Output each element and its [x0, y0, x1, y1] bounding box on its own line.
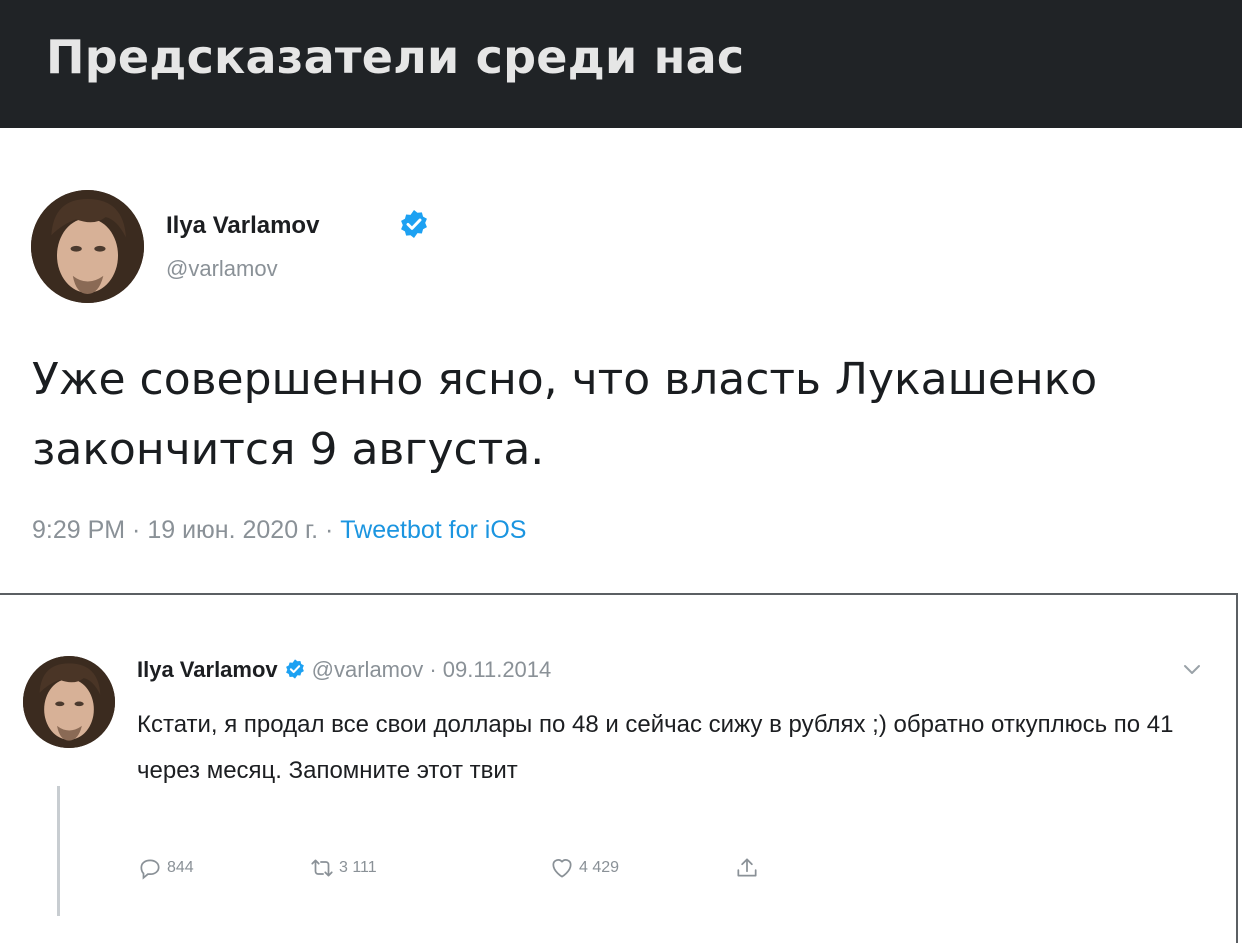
like-button[interactable]: 4 429 [549, 855, 619, 881]
author-name[interactable]: Ilya Varlamov [166, 212, 319, 240]
avatar-face-icon [23, 656, 115, 748]
avatar-face-icon [31, 190, 144, 303]
quoted-handle-date[interactable]: @varlamov · 09.11.2014 [312, 657, 552, 682]
tweet-text: Уже совершенно ясно, что власть Лукашенк… [32, 354, 1098, 475]
tweet-meta: 9:29 PM · 19 июн. 2020 г. · Tweetbot for… [32, 516, 526, 545]
quoted-author-name[interactable]: Ilya Varlamov [137, 657, 278, 682]
heart-icon [552, 859, 572, 878]
quoted-tweet-text: Кстати, я продал все свои доллары по 48 … [137, 711, 1174, 784]
chevron-down-icon[interactable] [1180, 662, 1204, 678]
verified-badge-icon [401, 210, 427, 238]
tweet-source-link[interactable]: Tweetbot for iOS [340, 516, 526, 544]
share-icon [737, 858, 757, 877]
retweet-icon [311, 859, 333, 877]
reply-button[interactable]: 844 [137, 855, 194, 881]
retweet-button[interactable]: 3 111 [309, 855, 377, 881]
reply-count: 844 [167, 859, 194, 876]
quoted-header: Ilya Varlamov @varlamov · 09.11.2014 [137, 657, 551, 683]
avatar[interactable] [31, 190, 144, 303]
card-border-top [0, 593, 1238, 595]
share-button[interactable] [734, 855, 764, 881]
card-border-right [1236, 593, 1238, 943]
reply-icon [140, 859, 160, 880]
quoted-avatar[interactable] [23, 656, 115, 748]
tweet-actions: 844 3 111 4 429 [137, 855, 837, 889]
verified-badge-icon [285, 659, 304, 679]
like-count: 4 429 [579, 859, 620, 876]
tweet-timestamp[interactable]: 9:29 PM · 19 июн. 2020 г. · [32, 516, 340, 544]
page-title: Предсказатели среди нас [46, 30, 745, 84]
header-bar: Предсказатели среди нас [0, 0, 1242, 128]
author-handle[interactable]: @varlamov [166, 256, 278, 282]
thread-line [57, 786, 60, 916]
retweet-count: 3 111 [339, 859, 377, 876]
